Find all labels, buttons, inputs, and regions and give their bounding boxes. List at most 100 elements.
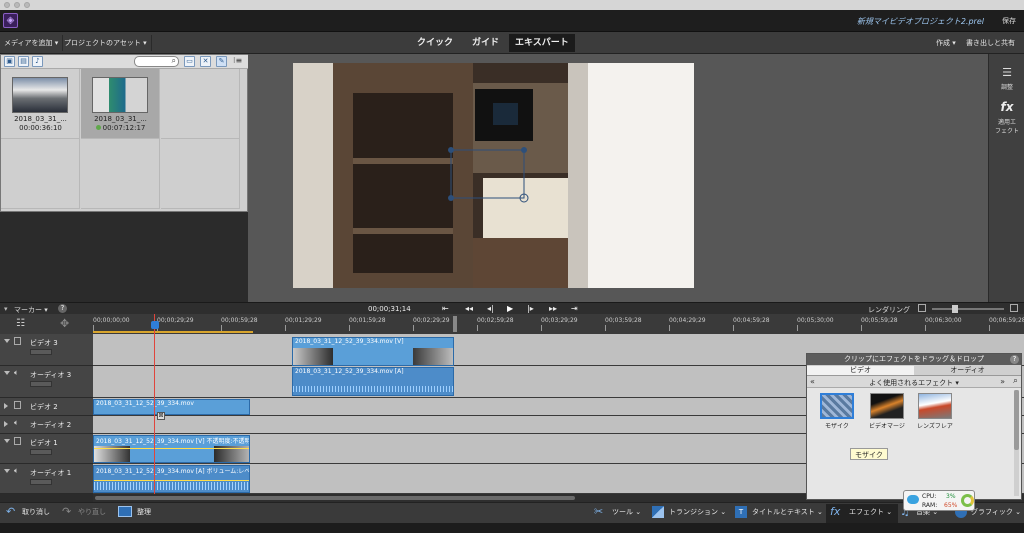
asset-item-selected[interactable]: 2018_03_31_... 00:07:12:17 — [81, 69, 160, 139]
tab-expert[interactable]: エキスパート — [509, 34, 575, 52]
tab-video-effects[interactable]: ビデオ — [807, 366, 914, 375]
scrollbar-thumb[interactable] — [95, 496, 575, 500]
close-window-button[interactable] — [4, 2, 10, 8]
redo-button[interactable]: やり直し — [78, 507, 106, 517]
expand-icon[interactable] — [4, 421, 8, 427]
next-category-icon[interactable]: » — [1000, 377, 1005, 386]
organizer-button[interactable]: 整理 — [137, 507, 151, 517]
track-header-audio-2[interactable]: 🔈︎ オーディオ 2 — [0, 416, 93, 434]
panel-menu-icon[interactable]: ⁝≡ — [233, 56, 242, 65]
category-label-row[interactable]: よく使用されるエフェクト ▾ — [807, 378, 1021, 388]
collapse-icon[interactable] — [4, 339, 10, 343]
applied-effects-icon[interactable]: fx — [999, 100, 1015, 114]
video-preview-frame[interactable] — [293, 63, 694, 288]
organizer-icon[interactable] — [118, 506, 132, 517]
track-settings-icon[interactable]: ☷ — [16, 318, 25, 329]
track-header-audio-3[interactable]: 🔈︎ オーディオ 3 — [0, 366, 93, 398]
opacity-line[interactable] — [94, 448, 249, 449]
zoom-window-button[interactable] — [24, 2, 30, 8]
view-toggle-icon[interactable]: ✎ — [216, 56, 227, 67]
effects-icon[interactable]: fx — [830, 505, 840, 518]
graphics-button[interactable]: グラフィック ⌄ — [971, 507, 1021, 517]
expand-icon[interactable] — [4, 403, 8, 409]
track-controls[interactable] — [30, 381, 52, 387]
clip-video-2[interactable]: 2018_03_31_12_52_39_334.mov — [93, 399, 250, 415]
adjust-icon[interactable]: ☰ — [999, 66, 1015, 79]
ruler-tick-label: 00;03;29;29 — [541, 317, 578, 324]
zoom-slider-handle[interactable] — [952, 305, 958, 313]
scrollbar-thumb[interactable] — [1014, 390, 1019, 450]
effects-scrollbar[interactable] — [1014, 390, 1019, 496]
redo-icon[interactable]: ↷ — [62, 505, 71, 518]
effect-thumbnail — [820, 393, 854, 419]
audio-waveform — [293, 386, 453, 392]
track-controls[interactable] — [30, 449, 52, 455]
clip-video-1[interactable]: 2018_03_31_12_52_39_334.mov [V] 不透明度:不透明… — [93, 435, 250, 463]
track-name: オーディオ 1 — [30, 469, 72, 477]
collapse-icon[interactable] — [4, 439, 10, 443]
create-menu-button[interactable]: 作成 ▾ — [932, 35, 960, 51]
collapse-icon[interactable] — [4, 371, 10, 375]
track-header-video-3[interactable]: ビデオ 3 — [0, 334, 93, 366]
help-icon[interactable]: ? — [1010, 355, 1019, 364]
delete-icon[interactable]: ✕ — [200, 56, 211, 67]
clip-audio-1[interactable]: 2018_03_31_12_52_39_334.mov [A] ボリューム:レベ… — [93, 465, 250, 493]
effect-mosaic[interactable]: モザイク — [817, 393, 857, 430]
help-icon[interactable]: ? — [58, 304, 67, 313]
work-area-bar[interactable] — [93, 331, 253, 333]
effects-button[interactable]: エフェクト ⌄ — [849, 507, 892, 517]
project-assets-panel: ▣ ▤ ♪ ⌕ ▭ ✕ ✎ ⁝≡ 2018_03_31_... 00:00:36… — [0, 54, 249, 212]
tab-guided[interactable]: ガイド — [466, 34, 505, 52]
zoom-out-icon[interactable] — [918, 304, 926, 312]
clip-video-3[interactable]: 2018_03_31_12_52_39_334.mov [V] — [292, 337, 454, 366]
minimize-window-button[interactable] — [14, 2, 20, 8]
effect-video-merge[interactable]: ビデオマージ — [867, 393, 907, 430]
drag-handle-icon[interactable]: ✥ — [60, 317, 69, 330]
add-media-button[interactable]: メディアを追加 ▾ — [0, 35, 64, 51]
next-edit-icon[interactable]: ▸▸ — [549, 304, 557, 313]
project-assets-button[interactable]: プロジェクトのアセット ▾ — [60, 35, 152, 51]
asset-search-input[interactable]: ⌕ — [134, 56, 179, 67]
goto-start-icon[interactable]: ⇤ — [442, 304, 449, 313]
new-folder-icon[interactable]: ▭ — [184, 56, 195, 67]
track-controls[interactable] — [30, 349, 52, 355]
asset-item[interactable]: 2018_03_31_... 00:00:36:10 — [1, 69, 80, 139]
undo-button[interactable]: 取り消し — [22, 507, 50, 517]
image-filter-icon[interactable]: ▤ — [18, 56, 29, 67]
tools-button[interactable]: ツール ⌄ — [612, 507, 641, 517]
prev-edit-icon[interactable]: ◂◂ — [465, 304, 473, 313]
undo-icon[interactable]: ↶ — [6, 505, 15, 518]
effect-lens-flare[interactable]: レンズフレア — [915, 393, 955, 430]
clip-audio-3[interactable]: 2018_03_31_12_52_39_334.mov [A] — [292, 367, 454, 396]
collapse-icon[interactable] — [4, 469, 10, 473]
audio-filter-icon[interactable]: ♪ — [32, 56, 43, 67]
playhead-handle[interactable] — [151, 321, 159, 329]
effect-label: ビデオマージ — [869, 423, 905, 430]
export-share-button[interactable]: 書き出しと共有 — [962, 35, 1019, 51]
volume-line[interactable] — [94, 480, 249, 481]
titles-icon[interactable]: T — [735, 506, 747, 518]
marker-toggle-icon[interactable]: ▾ — [4, 305, 8, 313]
step-forward-icon[interactable]: |▸ — [527, 304, 534, 313]
video-filter-icon[interactable]: ▣ — [4, 56, 15, 67]
transitions-icon[interactable] — [652, 506, 664, 518]
zoom-in-icon[interactable] — [1010, 304, 1018, 312]
playhead-line[interactable] — [154, 314, 155, 494]
end-marker[interactable] — [453, 316, 457, 332]
effects-category-selector[interactable]: « よく使用されるエフェクト ▾ » ⌕ — [807, 376, 1021, 388]
track-header-video-1[interactable]: ビデオ 1 — [0, 434, 93, 464]
zoom-slider[interactable] — [932, 305, 1004, 313]
tools-icon[interactable]: ✂ — [594, 505, 603, 518]
track-controls[interactable] — [30, 479, 52, 485]
goto-end-icon[interactable]: ⇥ — [571, 304, 578, 313]
tab-audio-effects[interactable]: オーディオ — [914, 366, 1021, 375]
play-icon[interactable]: ▶ — [507, 304, 513, 313]
step-back-icon[interactable]: ◂| — [487, 304, 494, 313]
transitions-button[interactable]: トランジション ⌄ — [669, 507, 726, 517]
track-header-video-2[interactable]: ビデオ 2 — [0, 398, 93, 416]
titles-button[interactable]: タイトルとテキスト ⌄ — [752, 507, 823, 517]
save-button[interactable]: 保存 — [1002, 16, 1016, 26]
tab-quick[interactable]: クイック — [411, 34, 459, 52]
search-icon[interactable]: ⌕ — [1013, 376, 1018, 386]
track-header-audio-1[interactable]: 🔈︎ オーディオ 1 — [0, 464, 93, 494]
